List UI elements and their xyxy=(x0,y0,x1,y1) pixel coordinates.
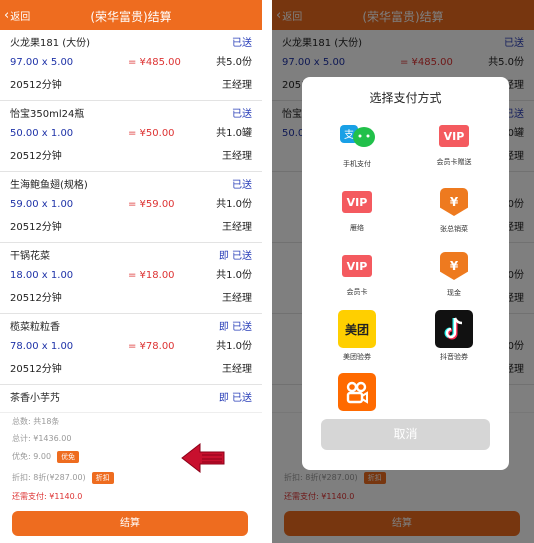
checkout-button[interactable]: 结算 xyxy=(12,511,248,536)
item-price: = ¥18.00 xyxy=(128,270,175,281)
kuaishou-icon xyxy=(338,373,376,411)
mobile-pay-icon: 支 xyxy=(338,117,376,155)
list-item[interactable]: 榄菜粒粒香 即 已送 78.00 x 1.00 = ¥78.00 共1.0份 2051… xyxy=(0,314,262,385)
item-total: 共1.0罐 xyxy=(216,128,252,139)
list-item[interactable]: 生海鲍鱼翅(规格) 已送 59.00 x 1.00 = ¥59.00 共1.0份 20… xyxy=(0,172,262,243)
item-duration: 20512分钟 xyxy=(10,293,62,304)
item-manager: 王经理 xyxy=(222,364,252,375)
item-qty: 97.00 x 5.00 xyxy=(10,57,74,68)
payment-option-meituan[interactable]: 美团 美团验券 xyxy=(322,310,392,362)
list-item[interactable]: 茶香小芋艿 即 已送 xyxy=(0,385,262,412)
item-price: = ¥59.00 xyxy=(128,199,175,210)
header-bar: ‹ 返回 (荣华富贵)结算 xyxy=(0,0,262,30)
page-title: (荣华富贵)结算 xyxy=(90,10,172,24)
item-name: 干锅花菜 xyxy=(10,251,50,262)
item-price: = ¥485.00 xyxy=(128,57,181,68)
summary-panel: 总数: 共18条 总计: ¥1436.00 优免: 9.00 优免 折扣: 8折(… xyxy=(0,412,262,543)
svg-text:支: 支 xyxy=(344,129,354,141)
item-status: 即 已送 xyxy=(218,393,252,404)
payment-option-vip-card[interactable]: VIP 会员卡 xyxy=(322,247,392,297)
item-manager: 王经理 xyxy=(222,151,252,162)
item-total: 共5.0份 xyxy=(216,57,252,68)
payment-method-dialog: 选择支付方式 支 手机支付 VIP 会员卡赠送 VIP 雁络 ¥ 张总销菜 VI… xyxy=(302,77,509,470)
item-qty: 50.00 x 1.00 xyxy=(10,128,74,139)
item-status: 已送 xyxy=(232,109,252,120)
payment-option-cash[interactable]: ¥ 现金 xyxy=(419,247,489,298)
item-total: 共1.0份 xyxy=(216,270,252,281)
item-status: 即 已送 xyxy=(218,251,252,262)
item-price: = ¥50.00 xyxy=(128,128,175,139)
payment-option-yanluo[interactable]: VIP 雁络 xyxy=(322,183,392,233)
item-status: 已送 xyxy=(232,180,252,191)
list-item[interactable]: 怡宝350ml24瓶 已送 50.00 x 1.00 = ¥50.00 共1.0罐 2… xyxy=(0,101,262,172)
checkout-screen: ‹ 返回 (荣华富贵)结算 火龙果181 (大份) 已送 97.00 x 5.00… xyxy=(0,0,262,543)
payment-screen: ‹ 返回 (荣华富贵)结算 火龙果181 (大份)已送 97.00 x 5.00… xyxy=(272,0,534,543)
summary-fold: 折扣: 8折(¥287.00) xyxy=(12,473,86,482)
option-label: 会员卡赠送 xyxy=(436,158,472,166)
order-list[interactable]: 火龙果181 (大份) 已送 97.00 x 5.00 = ¥485.00 共5.0份… xyxy=(0,30,262,412)
item-qty: 78.00 x 1.00 xyxy=(10,341,74,352)
payment-option-zhang[interactable]: ¥ 张总销菜 xyxy=(419,183,489,234)
option-label: 美团验券 xyxy=(343,353,371,361)
summary-discount: 优免: 9.00 xyxy=(12,452,52,461)
summary-due: 还需支付: ¥1140.0 xyxy=(12,492,83,501)
item-duration: 20512分钟 xyxy=(10,364,62,375)
yen-tag-icon: ¥ xyxy=(440,188,468,216)
payment-option-vip-gift[interactable]: VIP 会员卡赠送 xyxy=(419,117,489,167)
item-price: = ¥78.00 xyxy=(128,341,175,352)
option-label: 张总销菜 xyxy=(440,225,468,233)
payment-option-douyin[interactable]: 抖音验券 xyxy=(419,310,489,362)
item-name: 榄菜粒粒香 xyxy=(10,322,60,333)
item-name: 火龙果181 (大份) xyxy=(10,38,91,49)
divider xyxy=(262,0,272,543)
summary-total: 总计: ¥1436.00 xyxy=(12,434,72,443)
item-duration: 20512分钟 xyxy=(10,80,62,91)
item-manager: 王经理 xyxy=(222,293,252,304)
item-name: 生海鲍鱼翅(规格) xyxy=(10,180,88,191)
vip-card-icon: VIP xyxy=(342,255,372,277)
douyin-icon xyxy=(435,310,473,348)
fold-button[interactable]: 折扣 xyxy=(91,472,114,484)
option-label: 抖音验券 xyxy=(440,353,468,361)
item-qty: 18.00 x 1.00 xyxy=(10,270,74,281)
discount-button[interactable]: 优免 xyxy=(57,451,80,463)
option-label: 现金 xyxy=(447,289,461,297)
arrow-left-icon xyxy=(181,442,225,474)
item-name: 茶香小芋艿 xyxy=(10,393,60,404)
option-label: 会员卡 xyxy=(346,288,368,296)
item-status: 即 已送 xyxy=(218,322,252,333)
option-label: 雁络 xyxy=(350,224,364,232)
list-item[interactable]: 干锅花菜 即 已送 18.00 x 1.00 = ¥18.00 共1.0份 20512… xyxy=(0,243,262,314)
list-item[interactable]: 火龙果181 (大份) 已送 97.00 x 5.00 = ¥485.00 共5.0份… xyxy=(0,30,262,101)
item-total: 共1.0份 xyxy=(216,199,252,210)
item-manager: 王经理 xyxy=(222,222,252,233)
meituan-icon: 美团 xyxy=(338,310,376,348)
item-total: 共1.0份 xyxy=(216,341,252,352)
dialog-title: 选择支付方式 xyxy=(369,91,442,105)
cash-icon: ¥ xyxy=(440,252,468,280)
vip-icon: VIP xyxy=(342,191,372,213)
item-manager: 王经理 xyxy=(222,80,252,91)
payment-option-kuaishou[interactable] xyxy=(322,373,392,411)
cancel-button[interactable]: 取消 xyxy=(321,419,490,450)
vip-gift-icon: VIP xyxy=(439,125,469,147)
item-duration: 20512分钟 xyxy=(10,222,62,233)
item-qty: 59.00 x 1.00 xyxy=(10,199,74,210)
summary-count: 总数: 共18条 xyxy=(12,417,60,426)
item-duration: 20512分钟 xyxy=(10,151,62,162)
item-status: 已送 xyxy=(232,38,252,49)
option-label: 手机支付 xyxy=(343,160,371,168)
payment-option-mobile[interactable]: 支 手机支付 xyxy=(322,117,392,169)
item-name: 怡宝350ml24瓶 xyxy=(10,109,85,120)
